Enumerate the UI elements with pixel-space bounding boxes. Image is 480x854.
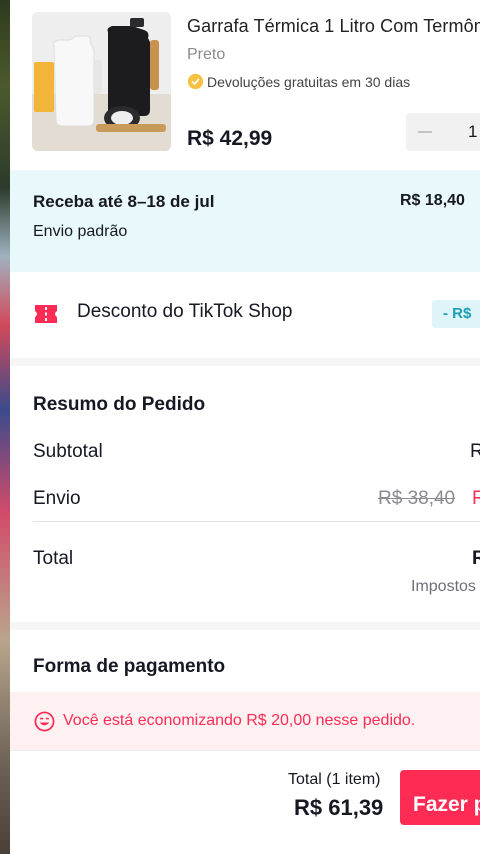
shipping-price: R$ 18,40 [400, 192, 465, 209]
shipping-label: Envio [33, 488, 81, 509]
section-divider [10, 358, 480, 366]
checkout-footer: Total (1 item) R$ 61,39 Fazer pedido [10, 750, 480, 854]
product-price: R$ 42,99 [187, 127, 273, 150]
tiktok-shop-discount[interactable]: Desconto do TikTok Shop - R$ [10, 278, 480, 350]
shipping-option[interactable]: Receba até 8–18 de jul Envio padrão R$ 1… [10, 170, 480, 272]
delivery-estimate: Receba até 8–18 de jul [33, 192, 215, 211]
footer-total-value: R$ 61,39 [294, 795, 384, 820]
payment-method-section[interactable]: Forma de pagamento [10, 632, 480, 692]
shipping-method: Envio padrão [33, 223, 128, 240]
checkout-sheet: Garrafa Térmica 1 Litro Com Termômetro P… [10, 0, 480, 854]
minus-icon[interactable] [418, 131, 432, 133]
summary-title: Resumo do Pedido [33, 394, 206, 415]
taxes-note: Impostos [411, 578, 476, 595]
discount-amount-badge: - R$ [432, 300, 480, 328]
background-video-strip [0, 0, 10, 854]
product-variant[interactable]: Preto [187, 46, 225, 64]
savings-text: Você está economizando R$ 20,00 nesse pe… [63, 712, 416, 729]
quantity-value: 1 [468, 122, 478, 141]
quantity-stepper[interactable]: 1 [406, 113, 480, 151]
free-returns-note: Devoluções gratuitas em 30 dias [187, 73, 410, 90]
smile-icon [34, 711, 55, 732]
badge-check-icon [187, 73, 204, 90]
footer-total-label: Total (1 item) [288, 771, 381, 788]
summary-divider [33, 521, 480, 522]
total-value: R [472, 548, 480, 569]
ticket-icon [35, 305, 57, 323]
shipping-discounted-price: R [472, 488, 480, 509]
place-order-button[interactable]: Fazer pedido [400, 770, 480, 825]
free-returns-text: Devoluções gratuitas em 30 dias [207, 73, 411, 90]
product-title[interactable]: Garrafa Térmica 1 Litro Com Termômetro [187, 16, 480, 37]
section-divider [10, 622, 480, 630]
product-row[interactable]: Garrafa Térmica 1 Litro Com Termômetro P… [10, 0, 480, 168]
product-image[interactable] [32, 12, 171, 151]
discount-label: Desconto do TikTok Shop [77, 301, 293, 322]
shipping-original-price: R$ 38,40 [378, 488, 456, 509]
total-label: Total [33, 548, 74, 569]
savings-banner: Você está economizando R$ 20,00 nesse pe… [10, 692, 480, 750]
subtotal-value: R [470, 441, 480, 462]
payment-title: Forma de pagamento [33, 656, 226, 677]
subtotal-label: Subtotal [33, 441, 103, 462]
order-summary: Resumo do Pedido Subtotal R Envio R$ 38,… [10, 372, 480, 620]
